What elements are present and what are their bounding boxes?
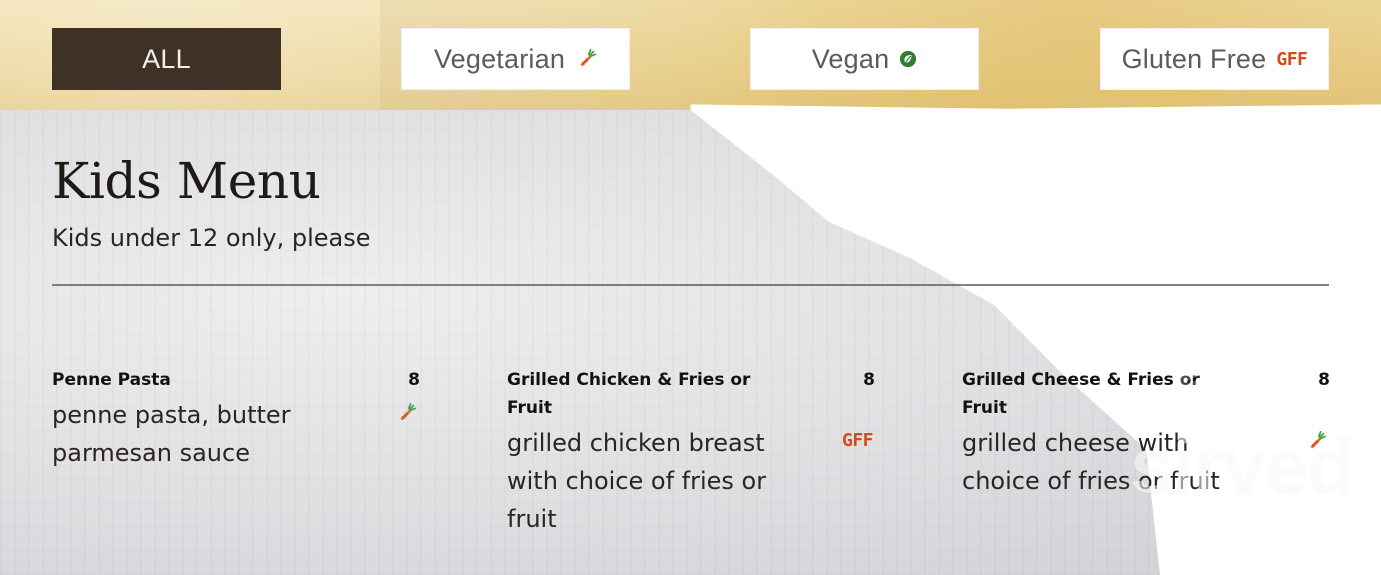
menu-item-description: penne pasta, butter parmesan sauce	[52, 401, 291, 467]
filter-vegetarian-label: Vegetarian	[433, 43, 566, 74]
section-subtitle: Kids under 12 only, please	[52, 224, 371, 252]
filter-vegan-button[interactable]: Vegan	[750, 28, 979, 90]
menu-item-name: Grilled Chicken & Fries or Fruit	[507, 370, 751, 418]
menu-item-price: 8	[408, 370, 420, 390]
filter-vegan-label: Vegan	[811, 43, 890, 74]
menu-item-description: grilled cheese with choice of fries or f…	[962, 429, 1220, 495]
menu-item-name: Penne Pasta	[52, 370, 171, 390]
kids-menu-page: ALL Vegetarian Vegan Gluten Free GFF Kid…	[0, 0, 1381, 575]
filter-gluten-free-label: Gluten Free	[1121, 43, 1267, 74]
carrot-icon	[395, 402, 417, 424]
gff-badge-icon: GFF	[841, 430, 874, 451]
carrot-icon	[1305, 430, 1327, 452]
filter-vegetarian-button[interactable]: Vegetarian	[401, 28, 630, 90]
menu-item-name: Grilled Cheese & Fries or Fruit	[962, 370, 1200, 418]
carrot-icon	[575, 48, 597, 70]
gff-badge-icon: GFF	[1276, 49, 1308, 70]
section-divider	[52, 284, 1329, 286]
menu-item-description: grilled chicken breast with choice of fr…	[507, 429, 767, 533]
section-title: Kids Menu	[52, 152, 321, 210]
filter-gluten-free-button[interactable]: Gluten Free GFF	[1100, 28, 1329, 90]
vegan-leaf-icon	[899, 50, 917, 68]
filter-all-button[interactable]: ALL	[52, 28, 281, 90]
menu-item-price: 8	[1318, 370, 1330, 390]
menu-item-price: 8	[863, 370, 875, 390]
filter-all-label: ALL	[142, 43, 191, 74]
diet-filter-bar: ALL Vegetarian Vegan Gluten Free GFF	[52, 28, 1329, 90]
